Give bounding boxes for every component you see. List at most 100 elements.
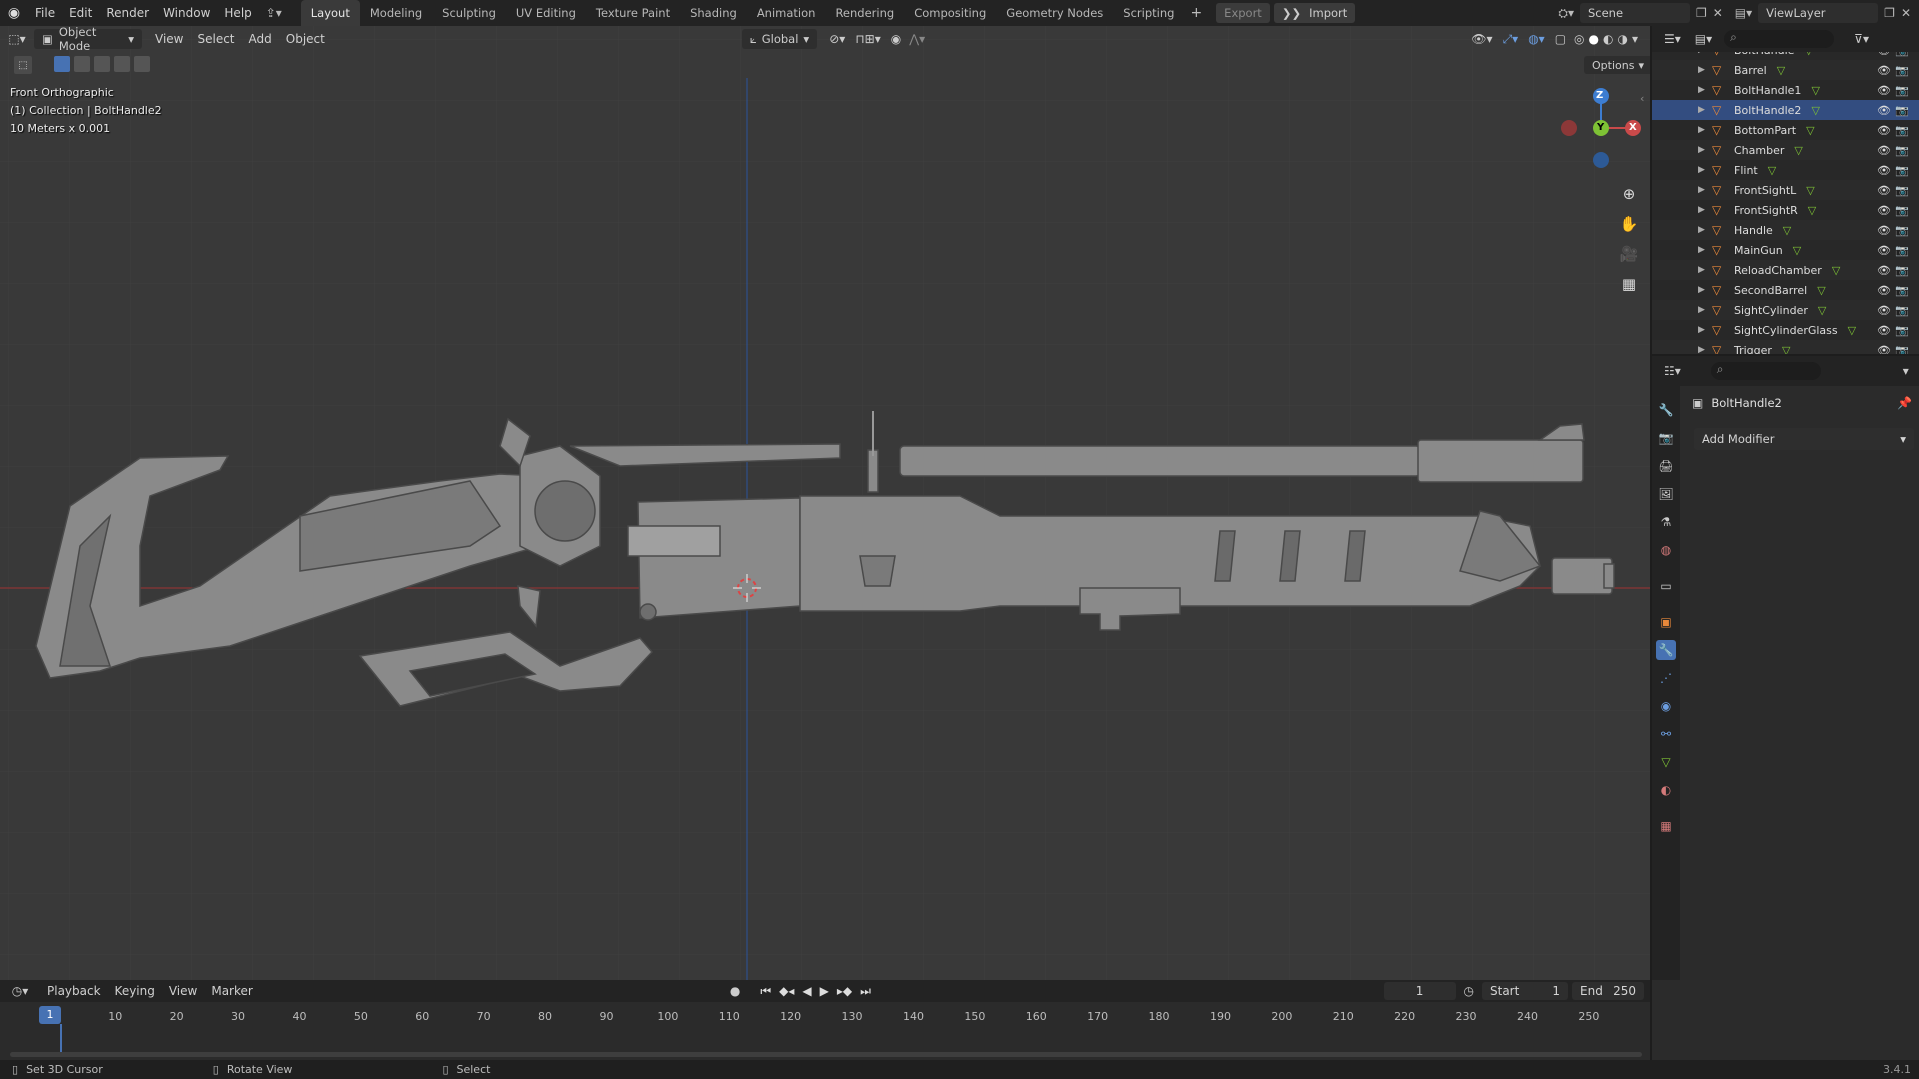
menu-render[interactable]: Render xyxy=(99,0,156,26)
viewport-menu-object[interactable]: Object xyxy=(279,26,332,52)
gizmo-z-label[interactable]: Z xyxy=(1596,90,1603,101)
tab-geometry-nodes[interactable]: Geometry Nodes xyxy=(996,0,1113,26)
constraints-tab-icon[interactable]: ⚯ xyxy=(1656,724,1676,744)
collection-tab-icon[interactable]: ▭ xyxy=(1656,576,1676,596)
outliner-row[interactable]: ▶ ▽ ReloadChamber ▽ 👁 📷 xyxy=(1652,260,1919,280)
visibility-eye-icon[interactable]: 👁 xyxy=(1877,164,1891,177)
visibility-eye-icon[interactable]: 👁 xyxy=(1877,244,1891,257)
tab-scripting[interactable]: Scripting xyxy=(1113,0,1184,26)
outliner-row[interactable]: ▶ ▽ BoltHandle1 ▽ 👁 📷 xyxy=(1652,80,1919,100)
material-shading-icon[interactable]: ◐ xyxy=(1603,32,1613,46)
expand-arrow-icon[interactable]: ▶ xyxy=(1698,185,1712,195)
tab-uv-editing[interactable]: UV Editing xyxy=(506,0,586,26)
expand-arrow-icon[interactable]: ▶ xyxy=(1698,52,1712,55)
outliner-row[interactable]: ▶ ▽ FrontSightL ▽ 👁 📷 xyxy=(1652,180,1919,200)
expand-arrow-icon[interactable]: ▶ xyxy=(1698,305,1712,315)
render-camera-icon[interactable]: 📷 xyxy=(1895,84,1909,97)
view-layer-tab-icon[interactable]: 🖼 xyxy=(1656,484,1676,504)
properties-search[interactable]: ⌕ xyxy=(1710,362,1821,380)
visibility-eye-icon[interactable]: 👁 xyxy=(1877,104,1891,117)
render-tab-icon[interactable]: 📷 xyxy=(1656,428,1676,448)
render-camera-icon[interactable]: 📷 xyxy=(1895,184,1909,197)
end-frame-field[interactable]: End 250 xyxy=(1572,982,1644,1000)
play-icon[interactable]: ▶ xyxy=(820,984,829,998)
proportional-edit-icon[interactable]: ◉ xyxy=(891,32,901,46)
jump-keyframe-back-icon[interactable]: ◆◂ xyxy=(779,984,794,998)
visibility-icon[interactable]: 👁▾ xyxy=(1471,32,1492,46)
material-tab-icon[interactable]: ◐ xyxy=(1656,780,1676,800)
visibility-eye-icon[interactable]: 👁 xyxy=(1877,264,1891,277)
solid-shading-icon[interactable]: ● xyxy=(1589,32,1599,46)
visibility-eye-icon[interactable]: 👁 xyxy=(1877,144,1891,157)
render-camera-icon[interactable]: 📷 xyxy=(1895,64,1909,77)
snap-icon[interactable]: ⊓⊞▾ xyxy=(855,32,880,46)
export-button[interactable]: Export xyxy=(1216,3,1270,23)
outliner-row[interactable]: ▶ ▽ Chamber ▽ 👁 📷 xyxy=(1652,140,1919,160)
expand-arrow-icon[interactable]: ▶ xyxy=(1698,105,1712,115)
import-button[interactable]: ❯❯ Import xyxy=(1273,3,1356,23)
outliner-row[interactable]: ▶ ▽ Flint ▽ 👁 📷 xyxy=(1652,160,1919,180)
jump-end-icon[interactable]: ⏭ xyxy=(860,984,871,999)
expand-arrow-icon[interactable]: ▶ xyxy=(1698,145,1712,155)
render-camera-icon[interactable]: 📷 xyxy=(1895,164,1909,177)
preview-range-icon[interactable]: ◷ xyxy=(1464,984,1474,998)
render-camera-icon[interactable]: 📷 xyxy=(1895,304,1909,317)
jump-start-icon[interactable]: ⏮ xyxy=(760,984,771,999)
visibility-eye-icon[interactable]: 👁 xyxy=(1877,204,1891,217)
start-frame-field[interactable]: Start 1 xyxy=(1482,982,1568,1000)
outliner-row[interactable]: ▶ ▽ MainGun ▽ 👁 📷 xyxy=(1652,240,1919,260)
remove-view-layer-icon[interactable]: ✕ xyxy=(1901,6,1911,20)
visibility-eye-icon[interactable]: 👁 xyxy=(1877,52,1891,57)
current-frame-field[interactable]: 1 xyxy=(1383,982,1456,1000)
expand-arrow-icon[interactable]: ▶ xyxy=(1698,345,1712,354)
viewport-menu-select[interactable]: Select xyxy=(190,26,241,52)
render-camera-icon[interactable]: 📷 xyxy=(1895,144,1909,157)
blender-logo-icon[interactable]: ◉ xyxy=(0,5,28,21)
particles-tab-icon[interactable]: ⋰ xyxy=(1656,668,1676,688)
timeline-menu-marker[interactable]: Marker xyxy=(204,980,259,1002)
render-camera-icon[interactable]: 📷 xyxy=(1895,204,1909,217)
display-mode-icon[interactable]: ▤▾ xyxy=(1695,32,1712,46)
menu-window[interactable]: Window xyxy=(156,0,217,26)
visibility-eye-icon[interactable]: 👁 xyxy=(1877,184,1891,197)
outliner-search[interactable]: ⌕ xyxy=(1724,30,1835,48)
render-camera-icon[interactable]: 📷 xyxy=(1895,264,1909,277)
gizmo-x-label[interactable]: X xyxy=(1629,122,1637,133)
output-tab-icon[interactable]: 🖨 xyxy=(1656,456,1676,476)
options-button[interactable]: Options ▾ xyxy=(1584,56,1650,74)
outliner-row[interactable]: ▶ ▽ Handle ▽ 👁 📷 xyxy=(1652,220,1919,240)
expand-arrow-icon[interactable]: ▶ xyxy=(1698,65,1712,75)
render-camera-icon[interactable]: 📷 xyxy=(1895,244,1909,257)
add-modifier-dropdown[interactable]: Add Modifier ▾ xyxy=(1694,428,1914,450)
visibility-eye-icon[interactable]: 👁 xyxy=(1877,344,1891,355)
render-camera-icon[interactable]: 📷 xyxy=(1895,324,1909,337)
mode-subtract-icon[interactable] xyxy=(94,56,110,72)
pivot-icon[interactable]: ⊘▾ xyxy=(829,32,845,46)
render-camera-icon[interactable]: 📷 xyxy=(1895,344,1909,355)
transform-orientation-selector[interactable]: ⟀ Global ▾ xyxy=(741,29,818,49)
grid-perspective-icon[interactable]: ▦ xyxy=(1616,271,1642,297)
mode-selector[interactable]: ▣ Object Mode ▾ xyxy=(34,26,142,53)
view-layer-selector[interactable]: ViewLayer xyxy=(1758,3,1879,23)
scene-selector[interactable]: Scene xyxy=(1579,3,1690,23)
physics-tab-icon[interactable]: ◉ xyxy=(1656,696,1676,716)
gizmo-toggle-icon[interactable]: ⤢▾ xyxy=(1503,32,1519,47)
tab-compositing[interactable]: Compositing xyxy=(904,0,996,26)
upload-icon[interactable]: ⇪▾ xyxy=(259,6,289,20)
new-view-layer-icon[interactable]: ❐ xyxy=(1884,6,1895,20)
gizmo-y-label[interactable]: Y xyxy=(1597,122,1604,133)
timeline-menu-keying[interactable]: Keying xyxy=(108,980,162,1002)
tab-modeling[interactable]: Modeling xyxy=(360,0,432,26)
tool-tab-icon[interactable]: 🔧 xyxy=(1656,400,1676,420)
render-camera-icon[interactable]: 📷 xyxy=(1895,104,1909,117)
collapse-sidebar-icon[interactable]: ‹ xyxy=(1640,92,1644,105)
visibility-eye-icon[interactable]: 👁 xyxy=(1877,324,1891,337)
viewport-menu-add[interactable]: Add xyxy=(242,26,279,52)
menu-help[interactable]: Help xyxy=(217,0,258,26)
expand-arrow-icon[interactable]: ▶ xyxy=(1698,165,1712,175)
chevron-down-icon[interactable]: ▾ xyxy=(1903,364,1909,378)
timeline-scrollbar[interactable] xyxy=(10,1052,1642,1057)
expand-arrow-icon[interactable]: ▶ xyxy=(1698,325,1712,335)
scene-icon[interactable]: ⛭▾ xyxy=(1558,6,1574,21)
timeline-ruler[interactable]: 1 10 20 30 40 50 60 70 80 90 100 110 120 130 140 150 16… xyxy=(0,1002,1650,1060)
